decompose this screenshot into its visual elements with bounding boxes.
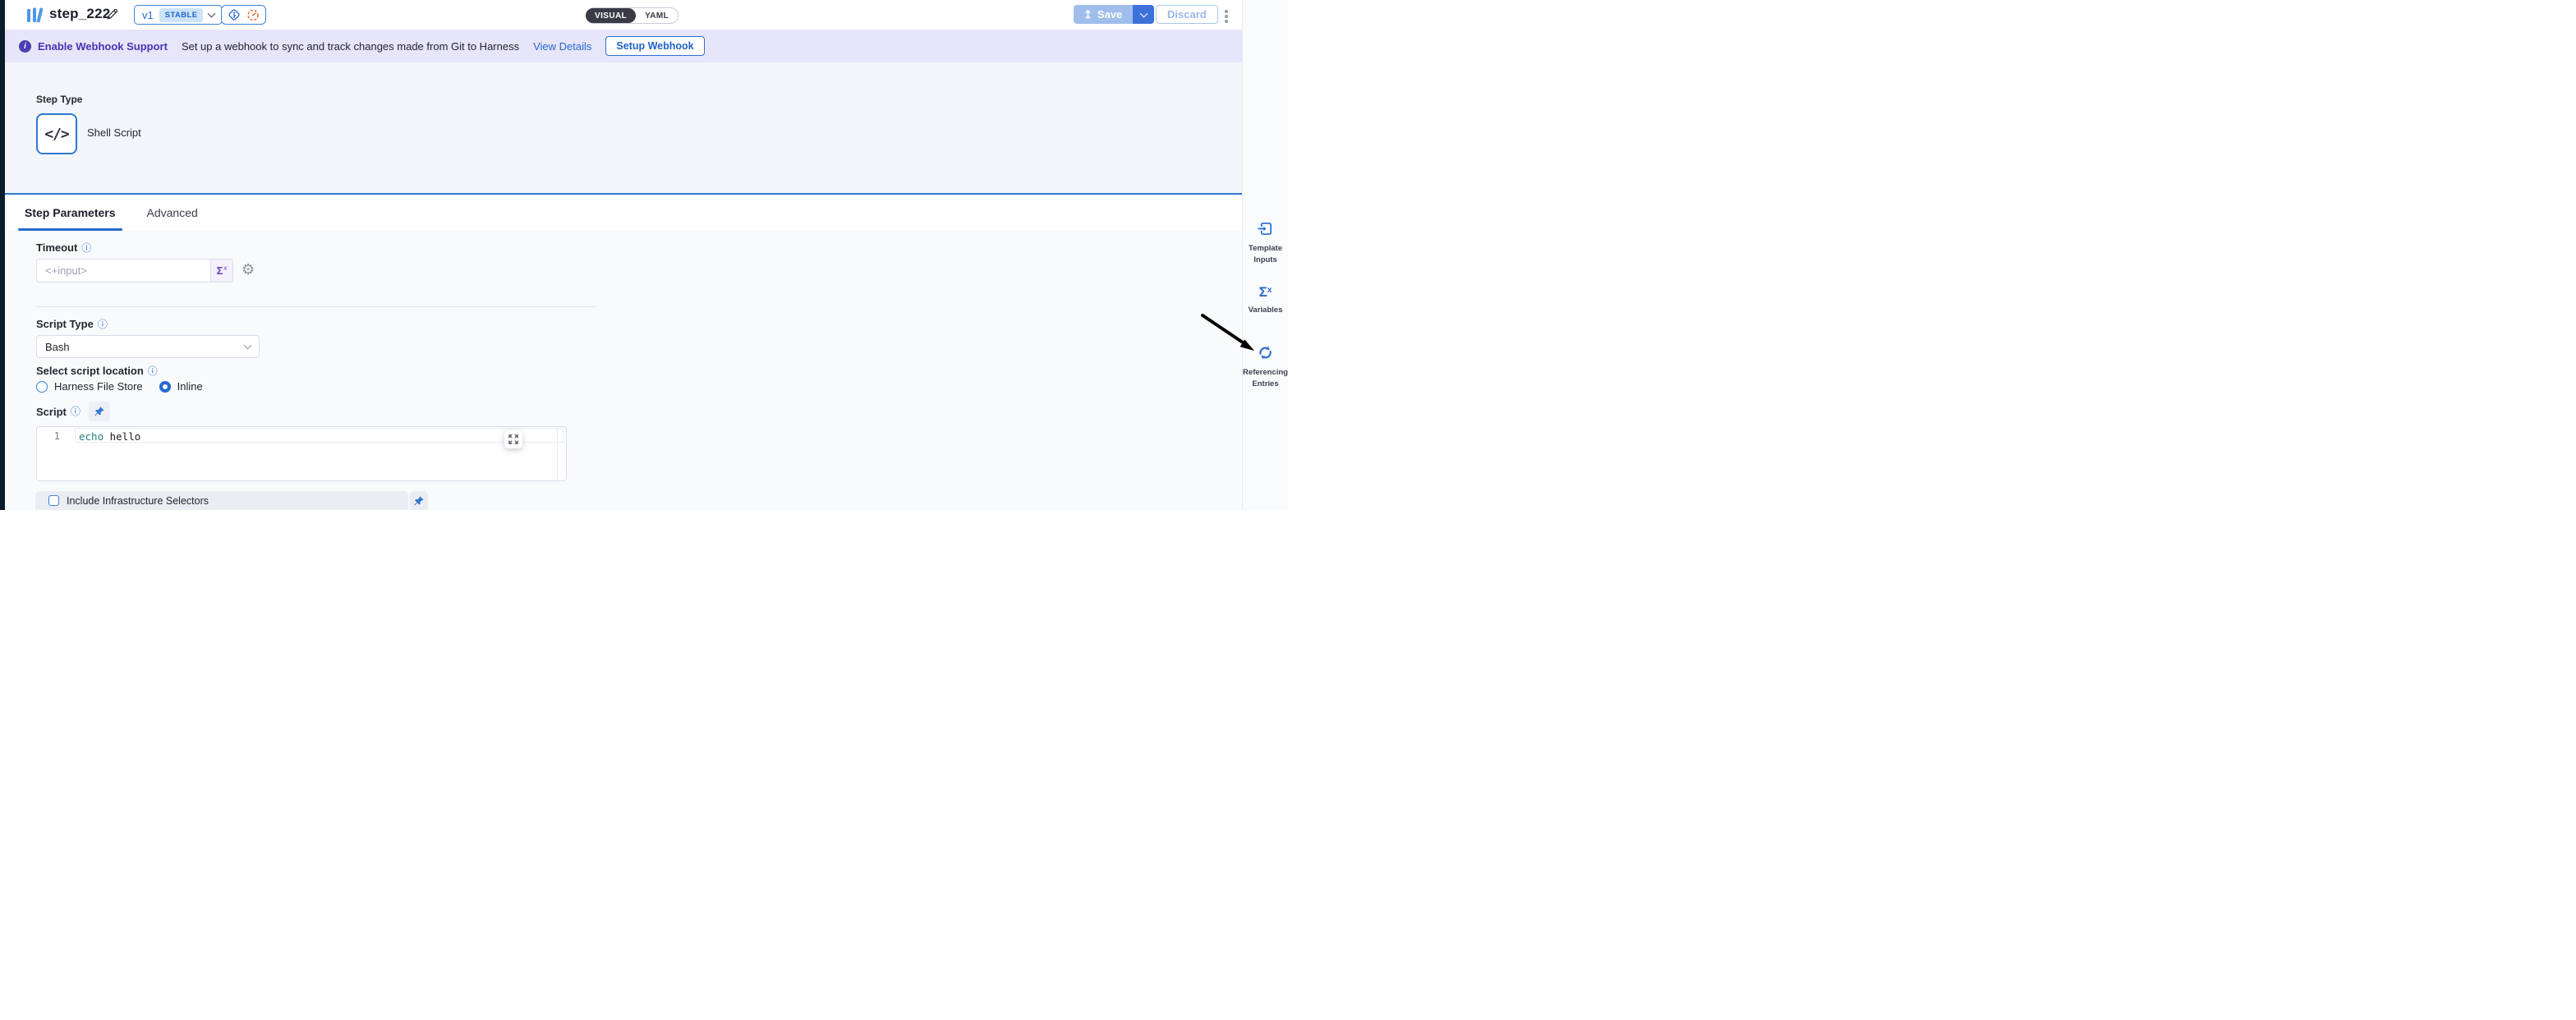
view-details-link[interactable]: View Details bbox=[533, 40, 591, 53]
history-timer-icon[interactable] bbox=[246, 8, 260, 21]
discard-button[interactable]: Discard bbox=[1156, 5, 1218, 24]
save-button[interactable]: ↥ Save bbox=[1074, 5, 1132, 24]
include-infra-checkbox[interactable] bbox=[48, 495, 59, 506]
step-parameters-panel: Timeout ⓘ <+input> Σ x ⚙ Script Type ⓘ B… bbox=[5, 231, 1242, 510]
stable-badge: STABLE bbox=[159, 8, 204, 22]
save-options-caret[interactable] bbox=[1132, 5, 1154, 24]
editor-fullscreen-button[interactable] bbox=[504, 430, 522, 448]
template-inputs-icon bbox=[1257, 220, 1274, 237]
script-label-row: Script ⓘ bbox=[36, 402, 110, 421]
code-keyword: echo bbox=[79, 430, 104, 443]
step-type-label: Step Type bbox=[36, 94, 82, 105]
version-selector[interactable]: v1 STABLE bbox=[134, 5, 223, 25]
tab-advanced[interactable]: Advanced bbox=[142, 195, 203, 231]
pin-infra-button[interactable] bbox=[410, 491, 428, 510]
info-icon: ⓘ bbox=[81, 243, 91, 253]
pin-icon bbox=[94, 406, 105, 417]
edit-title-icon[interactable] bbox=[105, 7, 119, 21]
editor-current-line bbox=[75, 428, 564, 443]
tab-step-parameters[interactable]: Step Parameters bbox=[20, 195, 121, 231]
editor-line-number: 1 bbox=[37, 430, 60, 442]
info-icon: ⓘ bbox=[71, 407, 80, 416]
timeout-settings-gear-icon[interactable]: ⚙ bbox=[242, 262, 255, 277]
script-location-label: Select script location ⓘ bbox=[36, 365, 158, 377]
template-library-icon bbox=[26, 7, 46, 24]
editor-scrollbar[interactable] bbox=[557, 427, 558, 480]
git-and-history-button-group[interactable] bbox=[221, 5, 266, 25]
pin-script-button[interactable] bbox=[89, 402, 110, 421]
page-title: step_222 bbox=[49, 6, 110, 22]
setup-webhook-button[interactable]: Setup Webhook bbox=[605, 36, 704, 56]
radio-label-inline: Inline bbox=[177, 380, 203, 393]
variables-sigma-icon: Σx bbox=[1259, 285, 1272, 299]
radio-label-file-store: Harness File Store bbox=[54, 380, 143, 393]
chevron-down-icon bbox=[208, 10, 216, 18]
toggle-visual[interactable]: VISUAL bbox=[586, 8, 636, 23]
step-type-card[interactable]: </> bbox=[36, 113, 77, 154]
step-type-value: Shell Script bbox=[87, 126, 141, 139]
info-icon: ⓘ bbox=[98, 319, 108, 329]
git-experience-icon[interactable] bbox=[228, 8, 241, 21]
pin-icon bbox=[413, 495, 425, 507]
timeout-input[interactable]: <+input> bbox=[37, 264, 210, 277]
sidebar-item-label: Template Inputs bbox=[1243, 243, 1288, 266]
radio-harness-file-store[interactable] bbox=[36, 381, 48, 393]
version-label: v1 bbox=[142, 9, 154, 21]
info-icon: ⓘ bbox=[148, 366, 158, 376]
code-argument: hello bbox=[104, 430, 140, 443]
more-options-kebab-icon[interactable] bbox=[1223, 8, 1230, 25]
upload-icon: ↥ bbox=[1083, 9, 1092, 20]
annotation-arrow bbox=[1189, 306, 1265, 358]
runtime-input-type-icon[interactable]: Σ x bbox=[210, 260, 232, 282]
chevron-down-icon bbox=[244, 342, 252, 350]
script-code-editor[interactable]: 1 echo hello bbox=[36, 426, 567, 481]
save-split-button: ↥ Save bbox=[1074, 5, 1154, 24]
toggle-yaml[interactable]: YAML bbox=[636, 11, 678, 21]
script-label: Script ⓘ bbox=[36, 406, 80, 418]
include-infra-row: Include Infrastructure Selectors bbox=[35, 491, 408, 510]
right-toolbar: Template Inputs Σx Variables Referencing… bbox=[1242, 0, 1288, 510]
section-divider bbox=[35, 306, 596, 307]
visual-yaml-toggle: VISUAL YAML bbox=[586, 7, 678, 24]
include-infra-label: Include Infrastructure Selectors bbox=[67, 495, 209, 507]
radio-inline[interactable] bbox=[159, 381, 171, 393]
script-type-label: Script Type ⓘ bbox=[36, 318, 108, 330]
banner-message: Set up a webhook to sync and track chang… bbox=[182, 40, 519, 53]
sidebar-item-template-inputs[interactable]: Template Inputs bbox=[1243, 220, 1288, 266]
editor-code-line[interactable]: echo hello bbox=[79, 430, 140, 443]
expand-icon bbox=[508, 434, 518, 444]
sidebar-item-label: Referencing Entries bbox=[1243, 367, 1288, 390]
banner-title: Enable Webhook Support bbox=[38, 40, 168, 53]
save-button-label: Save bbox=[1097, 8, 1122, 21]
step-tabs: Step Parameters Advanced bbox=[5, 193, 1242, 231]
script-location-radio-group: Harness File Store Inline bbox=[36, 380, 213, 393]
info-icon: i bbox=[19, 40, 31, 53]
script-type-value: Bash bbox=[45, 341, 70, 353]
discard-button-label: Discard bbox=[1167, 8, 1207, 21]
step-type-section: Step Type </> Shell Script bbox=[5, 62, 1242, 193]
script-type-select[interactable]: Bash bbox=[36, 335, 260, 358]
chevron-down-icon bbox=[1139, 9, 1148, 17]
shell-script-icon: </> bbox=[44, 126, 69, 143]
timeout-label: Timeout ⓘ bbox=[36, 241, 91, 254]
timeout-field: <+input> Σ x bbox=[36, 259, 233, 283]
template-studio-page: step_222 v1 STABLE VISUAL YAML ↥ Save bbox=[0, 0, 1288, 510]
webhook-banner: i Enable Webhook Support Set up a webhoo… bbox=[5, 30, 1242, 62]
